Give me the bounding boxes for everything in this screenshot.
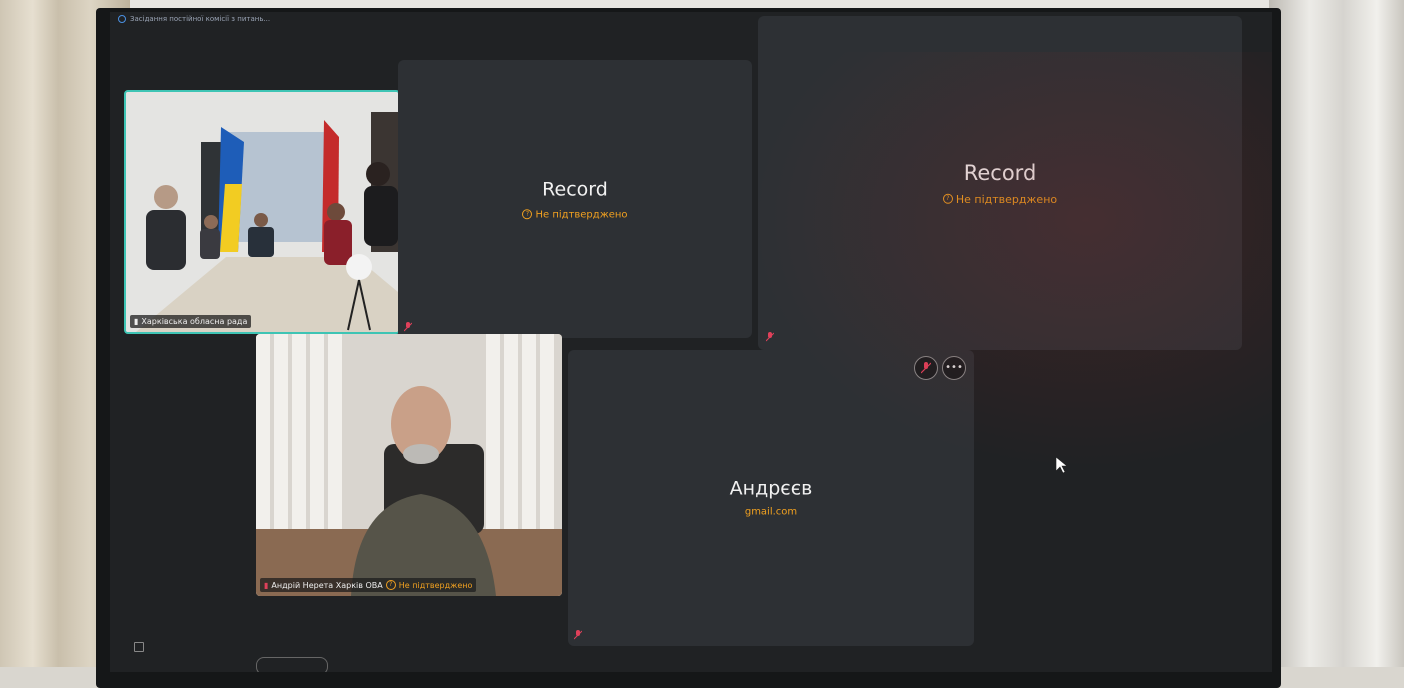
video-tile-council[interactable]: ▮ Харківська обласна рада xyxy=(124,90,400,334)
participant-email: gmail.com xyxy=(744,506,798,518)
video-tile-nereta[interactable]: ▮ Андрій Нерета Харків ОВА ? Не підтверд… xyxy=(256,334,562,596)
curtain-right xyxy=(1269,0,1404,667)
question-icon: ? xyxy=(942,193,953,204)
meeting-title: Засідання постійної комісії з питань... xyxy=(130,15,271,23)
participant-name: Record xyxy=(963,160,1037,185)
mic-muted-icon: ▮ xyxy=(264,580,269,590)
question-icon: ? xyxy=(522,209,533,220)
nereta-video xyxy=(256,334,562,596)
participant-tile-andreev[interactable]: Андрєєв gmail.com ••• xyxy=(568,350,974,646)
mic-muted-icon xyxy=(404,322,412,332)
toolbar-pill[interactable] xyxy=(256,657,328,672)
meeting-title-bar: Засідання постійної комісії з питань... xyxy=(118,15,270,23)
status-unconfirmed: ? Не підтверджено xyxy=(942,192,1057,205)
mic-muted-icon xyxy=(766,332,774,342)
panel-icon[interactable] xyxy=(134,642,144,652)
participant-name: Record xyxy=(542,178,608,201)
status-unconfirmed: ? Не підтверджено xyxy=(522,209,628,220)
video-label-council: ▮ Харківська обласна рада xyxy=(130,315,252,328)
council-room-video xyxy=(126,92,398,332)
participant-tile-record-1[interactable]: Record ? Не підтверджено xyxy=(398,60,752,338)
meeting-screen: Засідання постійної комісії з питань... xyxy=(110,12,1272,672)
app-logo-icon xyxy=(118,15,126,23)
mic-muted-icon xyxy=(574,630,582,640)
mouse-cursor-icon xyxy=(1056,457,1068,473)
mute-participant-button[interactable] xyxy=(914,356,938,380)
user-icon: ▮ xyxy=(134,317,139,326)
more-options-button[interactable]: ••• xyxy=(942,356,966,380)
video-label-nereta: ▮ Андрій Нерета Харків ОВА ? Не підтверд… xyxy=(260,578,477,592)
question-icon: ? xyxy=(385,580,396,590)
participant-name: Андрєєв xyxy=(729,477,813,500)
participant-tile-record-2[interactable]: Record ? Не підтверджено xyxy=(758,16,1242,350)
